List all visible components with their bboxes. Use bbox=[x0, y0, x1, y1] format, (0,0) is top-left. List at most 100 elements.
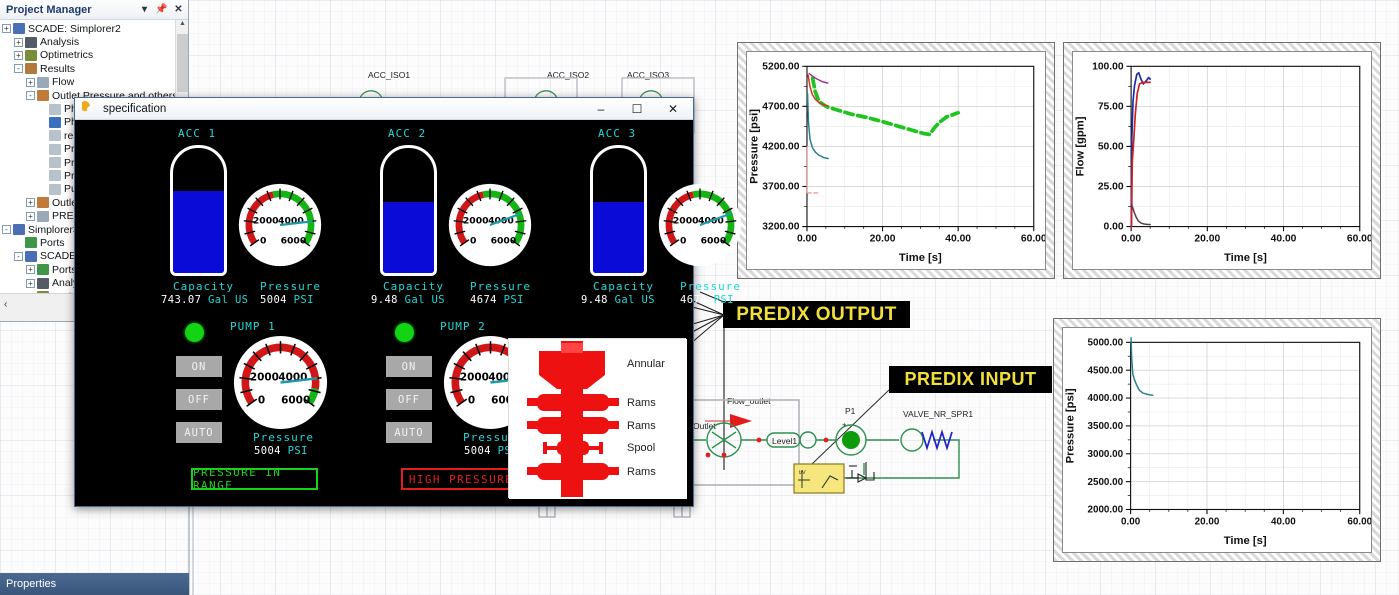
svg-text:3200.00: 3200.00 bbox=[762, 222, 799, 233]
svg-text:2000.00: 2000.00 bbox=[1088, 505, 1124, 516]
predix-input-tag[interactable]: PREDIX INPUT bbox=[889, 366, 1052, 393]
specification-window-title: specification bbox=[103, 102, 167, 115]
pump-off-button[interactable]: OFF bbox=[386, 389, 432, 410]
expand-icon[interactable]: + bbox=[26, 265, 35, 275]
tree-item-icon bbox=[13, 23, 25, 35]
bop-component-label: Rams bbox=[627, 420, 656, 432]
svg-text:Pressure [psi]: Pressure [psi] bbox=[748, 109, 760, 184]
close-button[interactable]: ✕ bbox=[655, 98, 691, 119]
tree-item[interactable]: + Optimetrics bbox=[0, 49, 188, 62]
minimize-button[interactable]: – bbox=[583, 98, 619, 119]
tree-item-label: Optimetrics bbox=[40, 49, 94, 62]
tree-item-icon bbox=[49, 170, 61, 182]
svg-text:2000: 2000 bbox=[250, 372, 279, 384]
pump-on-button[interactable]: ON bbox=[386, 356, 432, 377]
close-icon[interactable]: ✕ bbox=[172, 3, 185, 16]
tree-item-icon bbox=[37, 210, 49, 222]
tree-item-icon bbox=[25, 49, 37, 61]
scrollbar-thumb[interactable] bbox=[177, 34, 188, 92]
svg-text:3500.00: 3500.00 bbox=[1088, 421, 1124, 432]
svg-text:4000.00: 4000.00 bbox=[1088, 393, 1124, 404]
scroll-left-chevron[interactable]: ‹ bbox=[0, 298, 11, 311]
pressure-unit: PSI bbox=[713, 294, 734, 306]
capacity-value: 743.07 Gal US bbox=[161, 294, 248, 306]
plot-frame-pressure-outlet[interactable]: 0.00 20.00 40.00 60.00 3200.00 3700.00 4200.00… bbox=[737, 42, 1055, 279]
tree-item[interactable]: + Analysis bbox=[0, 35, 188, 48]
pin-icon[interactable]: 📌 bbox=[155, 3, 168, 16]
svg-text:40.00: 40.00 bbox=[1271, 234, 1297, 245]
dropdown-icon[interactable]: ▾ bbox=[138, 3, 151, 16]
pump-on-button[interactable]: ON bbox=[176, 356, 222, 377]
chart-flow: 0.00 20.00 40.00 60.00 0.00 25.00 50.00 75.00 10… bbox=[1074, 62, 1371, 265]
specification-window[interactable]: specification – ☐ ✕ ACC 1 0 2000 4000 6000 Ca… bbox=[74, 97, 742, 507]
expand-icon[interactable]: + bbox=[26, 77, 35, 87]
svg-text:60.00: 60.00 bbox=[1347, 234, 1371, 245]
tree-item[interactable]: + SCADE: Simplorer2 bbox=[0, 22, 188, 35]
tree-item-icon bbox=[37, 76, 49, 88]
svg-text:2000: 2000 bbox=[673, 215, 699, 226]
svg-text:6000: 6000 bbox=[281, 235, 307, 246]
tree-item-icon bbox=[37, 277, 49, 289]
schematic-label: Flow_outlet bbox=[727, 396, 771, 406]
collapse-icon[interactable]: - bbox=[14, 64, 23, 74]
accumulator-title: ACC 2 bbox=[388, 127, 427, 140]
collapse-icon[interactable]: - bbox=[14, 251, 23, 261]
tree-item[interactable]: + Flow bbox=[0, 76, 188, 89]
tree-item-icon bbox=[37, 90, 49, 102]
svg-text:50.00: 50.00 bbox=[1098, 142, 1124, 153]
pump-auto-button[interactable]: AUTO bbox=[386, 422, 432, 443]
capacity-value: 9.48 Gal US bbox=[581, 294, 655, 306]
svg-text:Time [s]: Time [s] bbox=[1224, 535, 1267, 547]
pump-off-button[interactable]: OFF bbox=[176, 389, 222, 410]
expand-icon[interactable]: + bbox=[26, 278, 35, 288]
plot-frame-flow[interactable]: 0.00 20.00 40.00 60.00 0.00 25.00 50.00 75.00 10… bbox=[1063, 42, 1381, 279]
accumulator-fill-level bbox=[173, 190, 224, 273]
schematic-label: VALVE_NR_SPR1 bbox=[903, 409, 974, 419]
expand-icon[interactable]: + bbox=[14, 50, 23, 60]
schematic-label: Outlet bbox=[693, 421, 716, 431]
capacity-label: Capacity bbox=[593, 280, 654, 293]
svg-text:75.00: 75.00 bbox=[1098, 102, 1124, 113]
collapse-icon[interactable]: - bbox=[26, 91, 35, 101]
expand-icon[interactable]: + bbox=[14, 37, 23, 47]
expand-icon[interactable]: + bbox=[26, 198, 35, 208]
tree-item[interactable]: - Results bbox=[0, 62, 188, 75]
scroll-up-arrow[interactable]: ▲ bbox=[176, 20, 188, 33]
svg-text:2000: 2000 bbox=[253, 215, 279, 226]
svg-text:0: 0 bbox=[470, 235, 476, 246]
accumulator-pressure-gauge: 0200040006000 bbox=[658, 183, 742, 267]
predix-output-tag[interactable]: PREDIX OUTPUT bbox=[723, 301, 910, 328]
tree-item-label: Pr bbox=[64, 169, 75, 182]
expand-icon[interactable]: + bbox=[2, 24, 11, 34]
tree-item-icon bbox=[49, 116, 61, 128]
svg-text:Time [s]: Time [s] bbox=[899, 252, 942, 264]
maximize-button[interactable]: ☐ bbox=[619, 98, 655, 119]
capacity-number: 743.07 bbox=[161, 294, 202, 306]
tree-item-label: Results bbox=[40, 62, 76, 75]
svg-text:5200.00: 5200.00 bbox=[762, 62, 799, 73]
svg-text:3000.00: 3000.00 bbox=[1088, 449, 1124, 460]
pressure-number: 4674 bbox=[680, 294, 707, 306]
tree-item-icon bbox=[37, 197, 49, 209]
specification-titlebar[interactable]: specification – ☐ ✕ bbox=[75, 98, 693, 120]
svg-text:20.00: 20.00 bbox=[1195, 517, 1220, 528]
properties-panel-header[interactable]: Properties bbox=[0, 573, 189, 595]
tree-item-icon bbox=[25, 63, 37, 75]
hmi-panel[interactable]: ACC 1 0 2000 4000 6000 Capacity 743.07 Gal US P… bbox=[75, 120, 742, 506]
pressure-label: Pressure bbox=[470, 280, 531, 293]
svg-text:2000: 2000 bbox=[460, 372, 489, 384]
plot-frame-predix-pressure[interactable]: 0.00 20.00 40.00 60.00 2000.00 2500.00 3000.00… bbox=[1053, 318, 1381, 562]
tree-item-label: Ports bbox=[52, 263, 77, 276]
expand-icon[interactable]: + bbox=[26, 211, 35, 221]
pump-title: PUMP 1 bbox=[230, 320, 276, 333]
tree-item-icon bbox=[37, 264, 49, 276]
capacity-unit: Gal US bbox=[614, 294, 655, 306]
pump-pressure-value: 5004 PSI bbox=[254, 445, 308, 457]
pump-auto-button[interactable]: AUTO bbox=[176, 422, 222, 443]
collapse-icon[interactable]: - bbox=[2, 225, 11, 235]
tree-item-icon bbox=[49, 130, 61, 142]
svg-text:6000: 6000 bbox=[701, 235, 727, 246]
accumulator-tank bbox=[170, 145, 227, 276]
